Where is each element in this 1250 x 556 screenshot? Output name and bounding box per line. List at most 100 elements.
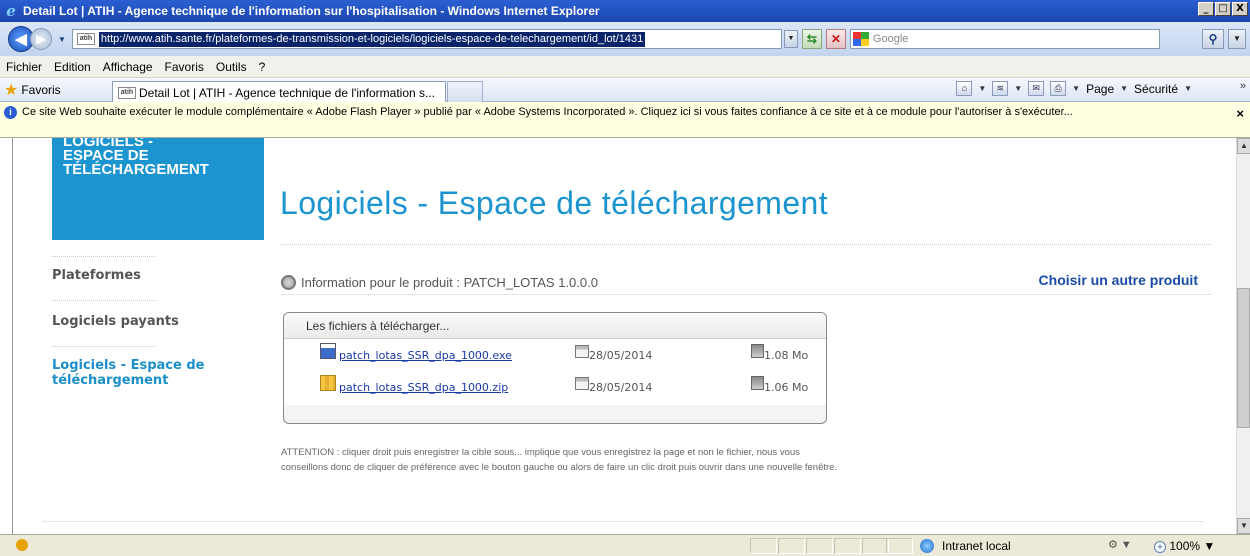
product-info-line: Information pour le produit : PATCH_LOTA… (281, 275, 598, 290)
print-dropdown-icon[interactable]: ▼ (1072, 84, 1080, 93)
url-text[interactable]: http://www.atih.sante.fr/plateformes-de-… (98, 31, 646, 47)
zoom-dropdown-icon[interactable]: ▼ (1203, 539, 1215, 553)
close-information-bar-icon[interactable]: × (1236, 106, 1244, 121)
page-content: LOGICIELS - ESPACE DE TÉLÉCHARGEMENT Pla… (12, 138, 1236, 534)
status-cell (886, 538, 913, 554)
status-bar: Intranet local ⚙ ▼ + 100% ▼ (0, 534, 1250, 556)
browser-tab-active[interactable]: atih Detail Lot | ATIH - Agence techniqu… (112, 81, 446, 103)
print-icon[interactable]: ⎙ (1050, 81, 1067, 96)
security-menu-button[interactable]: Sécurité (1134, 82, 1178, 96)
search-placeholder: Google (872, 33, 909, 45)
zoom-icon: + (1154, 540, 1166, 553)
stop-button[interactable]: ✕ (825, 29, 846, 49)
menu-bar: Fichier Edition Affichage Favoris Outils… (0, 56, 1250, 78)
tab-title: Detail Lot | ATIH - Agence technique de … (139, 85, 436, 100)
status-cell (834, 538, 861, 554)
sidebar-item-logiciels-payants[interactable]: Logiciels payants (52, 314, 179, 329)
information-bar[interactable]: i Ce site Web souhaite exécuter le modul… (0, 102, 1250, 138)
history-dropdown-icon[interactable]: ▼ (58, 35, 66, 44)
zoom-control[interactable]: + 100% ▼ (1154, 538, 1215, 554)
close-window-button[interactable]: X (1232, 2, 1248, 16)
footer-divider (43, 521, 1203, 522)
window-controls: _ □ X (1198, 2, 1248, 16)
sidebar-section-header: LOGICIELS - ESPACE DE TÉLÉCHARGEMENT (52, 138, 264, 240)
maximize-button[interactable]: □ (1215, 2, 1231, 16)
security-dropdown-icon[interactable]: ▼ (1184, 84, 1192, 93)
home-icon[interactable]: ⌂ (956, 81, 973, 96)
file-download-link[interactable]: patch_lotas_SSR_dpa_1000.exe (339, 349, 512, 362)
choose-other-product-link[interactable]: Choisir un autre produit (1039, 272, 1198, 288)
file-row: patch_lotas_SSR_dpa_1000.exe 28/05/2014 … (284, 339, 826, 371)
status-cell (778, 538, 805, 554)
address-toolbar: ◀ ▶ ▼ atih http://www.atih.sante.fr/plat… (0, 22, 1250, 56)
rss-feed-icon[interactable]: ≋ (992, 81, 1009, 96)
menu-fichier[interactable]: Fichier (6, 60, 42, 74)
status-cell (806, 538, 833, 554)
menu-help[interactable]: ? (259, 60, 266, 74)
intranet-globe-icon (920, 539, 934, 553)
page-error-icon[interactable] (16, 539, 28, 551)
zip-file-icon (320, 375, 336, 391)
magnifier-icon: ⚲ (1208, 32, 1218, 46)
title-divider (281, 244, 1211, 245)
status-cell (750, 538, 777, 554)
scroll-thumb[interactable] (1237, 288, 1250, 428)
file-row: patch_lotas_SSR_dpa_1000.zip 28/05/2014 … (284, 371, 826, 403)
protected-mode-icon[interactable]: ⚙ ▼ (1108, 538, 1132, 551)
page-title: Logiciels - Espace de téléchargement (280, 185, 829, 221)
menu-outils[interactable]: Outils (216, 60, 247, 74)
information-bar-message[interactable]: Ce site Web souhaite exécuter le module … (22, 105, 1162, 119)
download-warning-text: ATTENTION : cliquer droit puis enregistr… (281, 447, 838, 473)
file-download-link[interactable]: patch_lotas_SSR_dpa_1000.zip (339, 381, 508, 394)
search-options-dropdown[interactable]: ▼ (1228, 29, 1246, 49)
back-arrow-icon: ◀ (15, 31, 27, 48)
sidebar-item-label: Logiciels - Espace de (52, 358, 205, 373)
address-bar[interactable]: atih http://www.atih.sante.fr/plateforme… (71, 29, 782, 49)
sidebar-divider (52, 346, 156, 347)
search-button[interactable]: ⚲ (1202, 29, 1224, 49)
minimize-button[interactable]: _ (1198, 2, 1214, 16)
sidebar-item-plateformes[interactable]: Plateformes (52, 268, 141, 283)
product-divider (281, 294, 1211, 295)
security-zone[interactable]: Intranet local (914, 538, 1100, 554)
sidebar-item-espace-telechargement[interactable]: Logiciels - Espace de téléchargement (52, 358, 204, 388)
product-info-text: Information pour le produit : PATCH_LOTA… (301, 275, 598, 290)
menu-affichage[interactable]: Affichage (103, 60, 153, 74)
command-bar: ⌂ ▼ ≋ ▼ ✉ ⎙ ▼ Page ▼ Sécurité ▼ (956, 81, 1192, 96)
file-list: patch_lotas_SSR_dpa_1000.exe 28/05/2014 … (284, 339, 826, 405)
security-zone-label: Intranet local (942, 539, 1011, 553)
sidebar-item-label: téléchargement (52, 373, 169, 388)
file-size: 1.06 Mo (764, 381, 809, 394)
stop-icon: ✕ (830, 32, 841, 46)
window-title: Detail Lot | ATIH - Agence technique de … (23, 4, 600, 18)
file-date: 28/05/2014 (589, 349, 653, 362)
scroll-down-arrow-icon[interactable]: ▼ (1237, 518, 1250, 534)
new-tab-button[interactable] (447, 81, 483, 103)
favorites-button[interactable]: Favoris (21, 83, 60, 97)
window-titlebar[interactable]: e Detail Lot | ATIH - Agence technique d… (0, 0, 1250, 22)
toolbar-overflow-chevron-icon[interactable]: » (1240, 80, 1246, 92)
search-input[interactable]: Google (849, 29, 1160, 49)
menu-favoris[interactable]: Favoris (165, 60, 204, 74)
mail-icon[interactable]: ✉ (1028, 81, 1045, 96)
disk-icon (751, 376, 764, 390)
vertical-scrollbar[interactable]: ▲ ▼ (1236, 138, 1250, 534)
home-dropdown-icon[interactable]: ▼ (978, 84, 986, 93)
site-favicon-icon: atih (76, 33, 95, 45)
scroll-up-arrow-icon[interactable]: ▲ (1237, 138, 1250, 154)
feed-dropdown-icon[interactable]: ▼ (1014, 84, 1022, 93)
disk-icon (751, 344, 764, 358)
download-files-box: Les fichiers à télécharger... patch_lota… (283, 312, 827, 424)
page-dropdown-icon[interactable]: ▼ (1120, 84, 1128, 93)
sidebar-divider (52, 300, 156, 301)
page-menu-button[interactable]: Page (1086, 82, 1114, 96)
product-bullet-icon (281, 275, 296, 290)
file-size: 1.08 Mo (764, 349, 809, 362)
address-dropdown-button[interactable]: ▼ (783, 30, 798, 48)
menu-edition[interactable]: Edition (54, 60, 91, 74)
forward-button[interactable]: ▶ (30, 28, 52, 50)
favorites-bar: ★ Favoris atih Detail Lot | ATIH - Agenc… (0, 78, 1250, 103)
refresh-button[interactable]: ⇆ (801, 29, 822, 49)
status-cell (862, 538, 889, 554)
favorites-star-icon[interactable]: ★ (4, 80, 18, 100)
